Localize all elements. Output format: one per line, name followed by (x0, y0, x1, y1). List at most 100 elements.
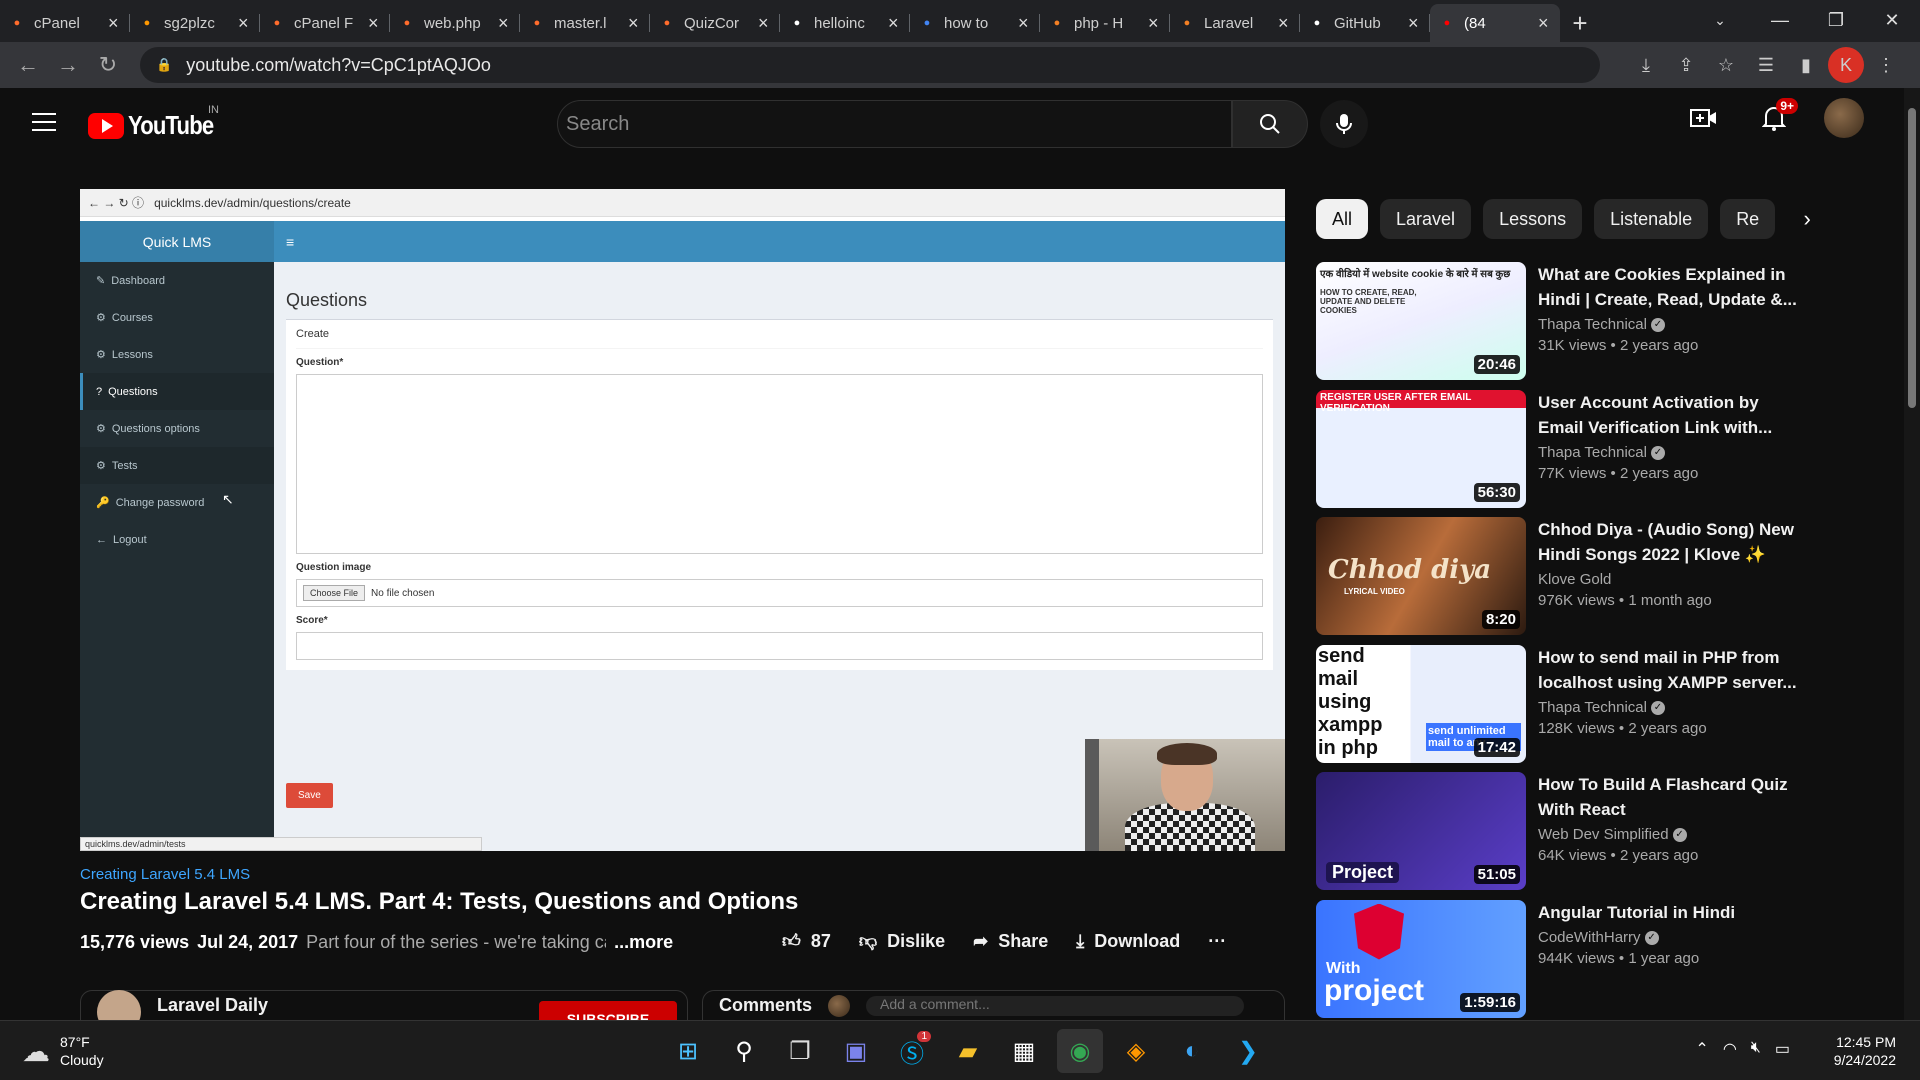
recommended-channel[interactable]: Web Dev Simplified ✓ (1538, 826, 1798, 843)
recommended-channel[interactable]: CodeWithHarry ✓ (1538, 929, 1798, 946)
filter-chip[interactable]: Lessons (1483, 199, 1583, 239)
edge-icon[interactable]: ◐ (1169, 1029, 1215, 1073)
guide-menu-icon[interactable] (32, 113, 56, 131)
close-tab-icon[interactable]: × (888, 13, 902, 34)
tab-search-icon[interactable]: ⌄ (1700, 0, 1740, 40)
chevron-right-icon[interactable]: › (1787, 199, 1827, 239)
search-input[interactable]: Search (557, 100, 1232, 148)
close-tab-icon[interactable]: × (1408, 13, 1422, 34)
recommended-title[interactable]: What are Cookies Explained in Hindi | Cr… (1538, 262, 1798, 312)
video-thumbnail[interactable]: send mail using xampp in php send unlimit… (1316, 644, 1526, 763)
browser-tab[interactable]: ● helloinc × (780, 4, 910, 42)
more-link[interactable]: ...more (614, 932, 673, 953)
weather-widget[interactable]: ☁ 87°F Cloudy (22, 1033, 104, 1069)
video-player[interactable]: ← → ↻ ⓘ quicklms.dev/admin/questions/cre… (80, 189, 1285, 851)
recommended-title[interactable]: User Account Activation by Email Verific… (1538, 390, 1798, 440)
reading-list-icon[interactable]: ☰ (1748, 47, 1784, 83)
search-taskbar-icon[interactable]: ⚲ (721, 1029, 767, 1073)
browser-tab[interactable]: ● php - H × (1040, 4, 1170, 42)
clock[interactable]: 12:45 PM 9/24/2022 (1834, 1033, 1896, 1069)
url-bar[interactable]: 🔒 youtube.com/watch?v=CpC1ptAQJOo (140, 47, 1600, 83)
voice-search-button[interactable] (1320, 100, 1368, 148)
task-view-icon[interactable]: ❐ (777, 1029, 823, 1073)
close-tab-icon[interactable]: × (1018, 13, 1032, 34)
close-tab-icon[interactable]: × (238, 13, 252, 34)
close-window-icon[interactable]: ✕ (1864, 0, 1920, 40)
file-explorer-icon[interactable]: ▰ (945, 1029, 991, 1073)
video-thumbnail[interactable]: एक वीडियो में website cookie के बारे में… (1316, 262, 1526, 380)
page-scrollbar[interactable] (1904, 88, 1920, 1020)
video-thumbnail[interactable]: Chhod diya LYRICAL VIDEO 8:20 (1316, 517, 1526, 635)
recommended-title[interactable]: How To Build A Flashcard Quiz With React (1538, 772, 1798, 822)
close-tab-icon[interactable]: × (758, 13, 772, 34)
back-icon[interactable]: ← (8, 45, 48, 85)
recommended-channel[interactable]: Klove Gold (1538, 571, 1798, 588)
close-tab-icon[interactable]: × (498, 13, 512, 34)
browser-tab[interactable]: ● (84 × (1430, 4, 1560, 42)
filter-chip[interactable]: Listenable (1594, 199, 1709, 239)
profile-button[interactable]: K (1828, 47, 1864, 83)
wifi-icon[interactable]: ◠ (1723, 1039, 1737, 1059)
install-icon[interactable]: ⤓ (1628, 47, 1664, 83)
dislike-button[interactable]: 👎︎ Dislike (859, 930, 945, 952)
sublime-icon[interactable]: ◈ (1113, 1029, 1159, 1073)
close-tab-icon[interactable]: × (1278, 13, 1292, 34)
bookmark-star-icon[interactable]: ☆ (1708, 47, 1744, 83)
video-thumbnail[interactable]: REGISTER USER AFTER EMAIL VERIFICATION 5… (1316, 389, 1526, 508)
minimize-icon[interactable]: — (1752, 0, 1808, 40)
forward-icon[interactable]: → (48, 45, 88, 85)
recommended-video[interactable]: send mail using xampp in php send unlimit… (1316, 644, 1886, 765)
close-tab-icon[interactable]: × (628, 13, 642, 34)
browser-tab[interactable]: ● QuizCor × (650, 4, 780, 42)
share-icon[interactable]: ⇪ (1668, 47, 1704, 83)
browser-tab[interactable]: ● how to × (910, 4, 1040, 42)
like-button[interactable]: 👍︎ 87 (782, 930, 831, 952)
vscode-icon[interactable]: ❯ (1225, 1029, 1271, 1073)
recommended-title[interactable]: Angular Tutorial in Hindi (1538, 900, 1798, 925)
recommended-title[interactable]: Chhod Diya - (Audio Song) New Hindi Song… (1538, 517, 1798, 567)
share-button[interactable]: ➦ Share (973, 931, 1048, 952)
maximize-icon[interactable]: ❐ (1808, 0, 1864, 40)
recommended-video[interactable]: REGISTER USER AFTER EMAIL VERIFICATION 5… (1316, 389, 1886, 510)
battery-icon[interactable]: ▭ (1775, 1039, 1790, 1059)
download-button[interactable]: ⤓ Download (1076, 931, 1180, 952)
recommended-video[interactable]: With project 1:59:16 Angular Tutorial in … (1316, 899, 1886, 1020)
volume-mute-icon[interactable]: 🔇︎ (1751, 1039, 1761, 1059)
teams-chat-icon[interactable]: ▣ (833, 1029, 879, 1073)
browser-tab[interactable]: ● cPanel F × (260, 4, 390, 42)
browser-tab[interactable]: ● GitHub × (1300, 4, 1430, 42)
create-video-icon[interactable] (1684, 98, 1724, 138)
browser-tab[interactable]: ● cPanel × (0, 4, 130, 42)
skype-icon[interactable]: Ⓢ 1 (889, 1029, 935, 1073)
account-avatar[interactable] (1824, 98, 1864, 138)
browser-tab[interactable]: ● Laravel × (1170, 4, 1300, 42)
start-menu-icon[interactable]: ⊞ (665, 1029, 711, 1073)
browser-tab[interactable]: ● web.php × (390, 4, 520, 42)
search-button[interactable] (1232, 100, 1308, 148)
playlist-link[interactable]: Creating Laravel 5.4 LMS (80, 866, 250, 883)
filter-chip[interactable]: Laravel (1380, 199, 1472, 239)
channel-name[interactable]: Laravel Daily (157, 995, 268, 1016)
recommended-video[interactable]: Project 51:05 How To Build A Flashcard Q… (1316, 772, 1886, 892)
new-tab-icon[interactable]: + (1560, 4, 1600, 42)
notifications-bell-icon[interactable]: 9+ (1754, 98, 1798, 138)
chrome-icon[interactable]: ◉ (1057, 1029, 1103, 1073)
recommended-title[interactable]: How to send mail in PHP from localhost u… (1538, 645, 1798, 695)
filter-chip[interactable]: Re (1720, 199, 1776, 239)
browser-menu-icon[interactable]: ⋮ (1868, 47, 1904, 83)
comment-input[interactable]: Add a comment... (866, 995, 1244, 1016)
store-icon[interactable]: ▦ (1001, 1029, 1047, 1073)
recommended-channel[interactable]: Thapa Technical ✓ (1538, 316, 1798, 333)
filter-chip[interactable]: All (1316, 199, 1369, 239)
close-tab-icon[interactable]: × (108, 13, 122, 34)
youtube-logo[interactable]: YouTube IN (88, 104, 228, 141)
more-actions-button[interactable]: ··· (1208, 931, 1226, 952)
browser-tab[interactable]: ● master.l × (520, 4, 650, 42)
chevron-up-icon[interactable]: ⌃ (1695, 1039, 1708, 1059)
recommended-channel[interactable]: Thapa Technical ✓ (1538, 699, 1798, 716)
reload-icon[interactable]: ↻ (88, 45, 128, 85)
close-tab-icon[interactable]: × (368, 13, 382, 34)
recommended-channel[interactable]: Thapa Technical ✓ (1538, 444, 1798, 461)
video-thumbnail[interactable]: Project 51:05 (1316, 772, 1526, 890)
video-thumbnail[interactable]: With project 1:59:16 (1316, 899, 1526, 1018)
